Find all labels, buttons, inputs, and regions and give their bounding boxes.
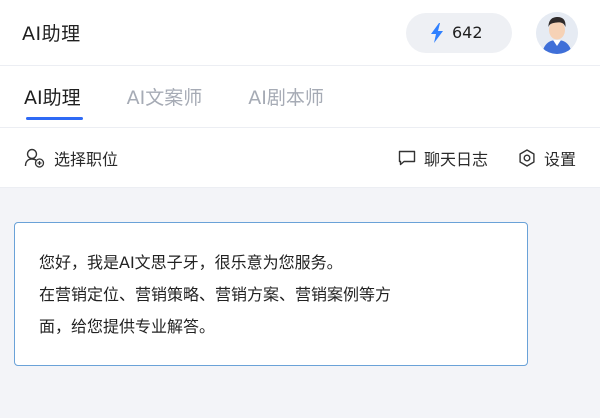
credits-count: 642 (452, 23, 483, 42)
user-add-icon (24, 148, 45, 168)
app-title: AI助理 (22, 23, 81, 45)
toolbar-actions: 聊天日志 设置 (398, 146, 576, 170)
tab-ai-scriptwriter[interactable]: AI剧本师 (248, 83, 324, 110)
message-icon (398, 150, 416, 165)
toolbar: 选择职位 聊天日志 设置 (0, 128, 600, 188)
lightning-bolt-icon (430, 22, 444, 43)
header: AI助理 642 (0, 0, 600, 66)
settings-button[interactable]: 设置 (518, 146, 576, 170)
chat-area: 您好，我是AI文思子牙，很乐意为您服务。 在营销定位、营销策略、营销方案、营销案… (0, 190, 600, 418)
message-line: 您好，我是AI文思子牙，很乐意为您服务。 (39, 253, 343, 272)
message-line: 在营销定位、营销策略、营销方案、营销案例等方 (39, 285, 392, 304)
tab-ai-copywriter[interactable]: AI文案师 (127, 83, 203, 110)
settings-label: 设置 (543, 149, 576, 169)
ai-assistant-panel: AI助理 642 AI助理 AI文案师 AI剧本师 选择职位 聊天日志 设置 您… (0, 0, 600, 418)
chat-log-label: 聊天日志 (423, 149, 488, 169)
tab-bar: AI助理 AI文案师 AI剧本师 (0, 66, 600, 128)
gear-icon (519, 148, 535, 167)
assistant-message: 您好，我是AI文思子牙，很乐意为您服务。 在营销定位、营销策略、营销方案、营销案… (14, 222, 528, 366)
select-role-label: 选择职位 (54, 149, 119, 169)
message-line: 面，给您提供专业解答。 (39, 317, 216, 336)
credits-badge[interactable]: 642 (406, 12, 512, 53)
tab-ai-assistant[interactable]: AI助理 (24, 83, 83, 120)
avatar-image (536, 11, 578, 54)
select-role-button[interactable]: 选择职位 (24, 146, 118, 170)
header-actions: 642 (406, 11, 578, 54)
chat-log-button[interactable]: 聊天日志 (398, 146, 488, 170)
avatar[interactable] (536, 11, 578, 54)
